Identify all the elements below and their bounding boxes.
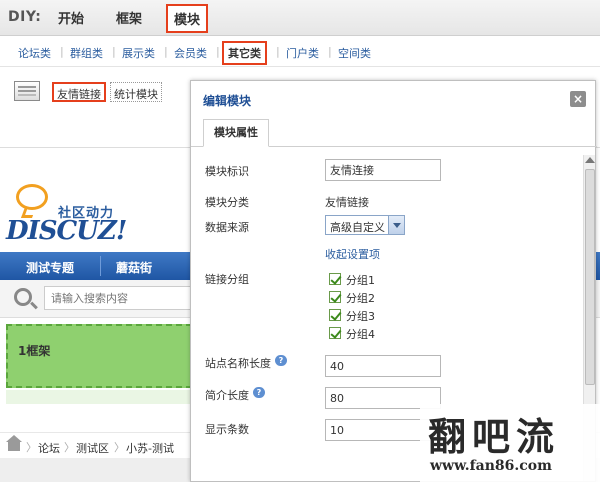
category-separator: | [112,45,116,58]
tab-module-properties[interactable]: 模块属性 [203,119,269,147]
diy-frame-block[interactable]: 1框架 [6,324,202,388]
display-count-label: 显示条数 [205,423,249,436]
speech-bubble-icon [16,184,48,210]
nav-divider [100,256,101,276]
category-separator: | [328,45,332,58]
logo-wordmark: DISCUZ! [6,216,127,246]
data-source-label: 数据来源 [205,221,249,234]
frame-label: 1框架 [18,344,51,358]
category-member[interactable]: 会员类 [174,45,207,61]
category-separator: | [276,45,280,58]
close-button[interactable]: × [570,91,586,107]
category-separator: | [164,45,168,58]
frame-strip [6,390,202,404]
diy-toolbar: DIY: 开始 框架 模块 [0,0,600,36]
breadcrumb-separator: 〉 [114,441,125,454]
module-statistics[interactable]: 统计模块 [110,82,162,102]
tab-module[interactable]: 模块 [166,4,209,33]
module-id-field[interactable] [325,159,441,181]
search-input[interactable] [44,286,204,310]
category-other[interactable]: 其它类 [222,41,267,65]
group3-checkbox[interactable] [329,309,341,321]
module-id-label: 模块标识 [205,165,249,178]
data-source-select[interactable]: 高级自定义 [325,215,405,235]
help-icon[interactable]: ? [253,387,265,398]
breadcrumb-test-area[interactable]: 测试区 [76,440,109,456]
discuz-logo: 社区动力 DISCUZ! [6,182,146,246]
site-name-length-field[interactable] [325,355,441,377]
module-category-value: 友情链接 [325,196,369,209]
scroll-up-arrow-icon[interactable] [585,157,595,163]
group4-label: 分组4 [346,328,375,341]
dialog-title: 编辑模块 [203,94,252,108]
breadcrumb-forum[interactable]: 论坛 [38,440,60,456]
category-space[interactable]: 空间类 [338,45,371,61]
group1-label: 分组1 [346,274,375,287]
breadcrumb-separator: 〉 [64,441,75,454]
group1-checkbox[interactable] [329,273,341,285]
chevron-down-icon [388,216,404,234]
module-card-icon [14,81,40,101]
nav-item-mogujie[interactable]: 蘑菇街 [116,259,152,276]
category-separator: | [216,45,220,58]
watermark-url: www.fan86.com [430,458,552,474]
tab-frame[interactable]: 框架 [116,8,142,27]
group3-label: 分组3 [346,310,375,323]
breadcrumb-xiaosu-test[interactable]: 小苏-测试 [126,440,174,456]
data-source-value: 高级自定义 [330,221,385,234]
search-icon[interactable] [14,288,32,306]
link-group-label: 链接分组 [205,273,249,286]
group4-checkbox[interactable] [329,327,341,339]
group2-label: 分组2 [346,292,375,305]
category-display[interactable]: 展示类 [122,45,155,61]
category-portal[interactable]: 门户类 [286,45,319,61]
tab-start[interactable]: 开始 [58,8,84,27]
group2-checkbox[interactable] [329,291,341,303]
category-group[interactable]: 群组类 [70,45,103,61]
breadcrumb-separator: 〉 [26,441,37,454]
category-separator: | [60,45,64,58]
help-icon[interactable]: ? [275,355,287,366]
category-forum[interactable]: 论坛类 [18,45,51,61]
scroll-thumb[interactable] [585,169,595,385]
nav-item-test-topic[interactable]: 测试专题 [26,259,74,276]
module-category-bar: 论坛类 | 群组类 | 展示类 | 会员类 | 其它类 | 门户类 | 空间类 [0,37,600,67]
site-watermark: 翻吧流 www.fan86.com [420,404,600,482]
watermark-title: 翻吧流 [428,414,561,459]
collapse-settings-link[interactable]: 收起设置项 [325,246,380,262]
site-name-length-label: 站点名称长度 [205,357,271,370]
home-icon[interactable] [6,435,22,451]
diy-label: DIY: [8,9,42,25]
module-friend-links[interactable]: 友情链接 [52,82,106,102]
intro-length-label: 简介长度 [205,389,249,402]
module-category-label: 模块分类 [205,196,249,209]
